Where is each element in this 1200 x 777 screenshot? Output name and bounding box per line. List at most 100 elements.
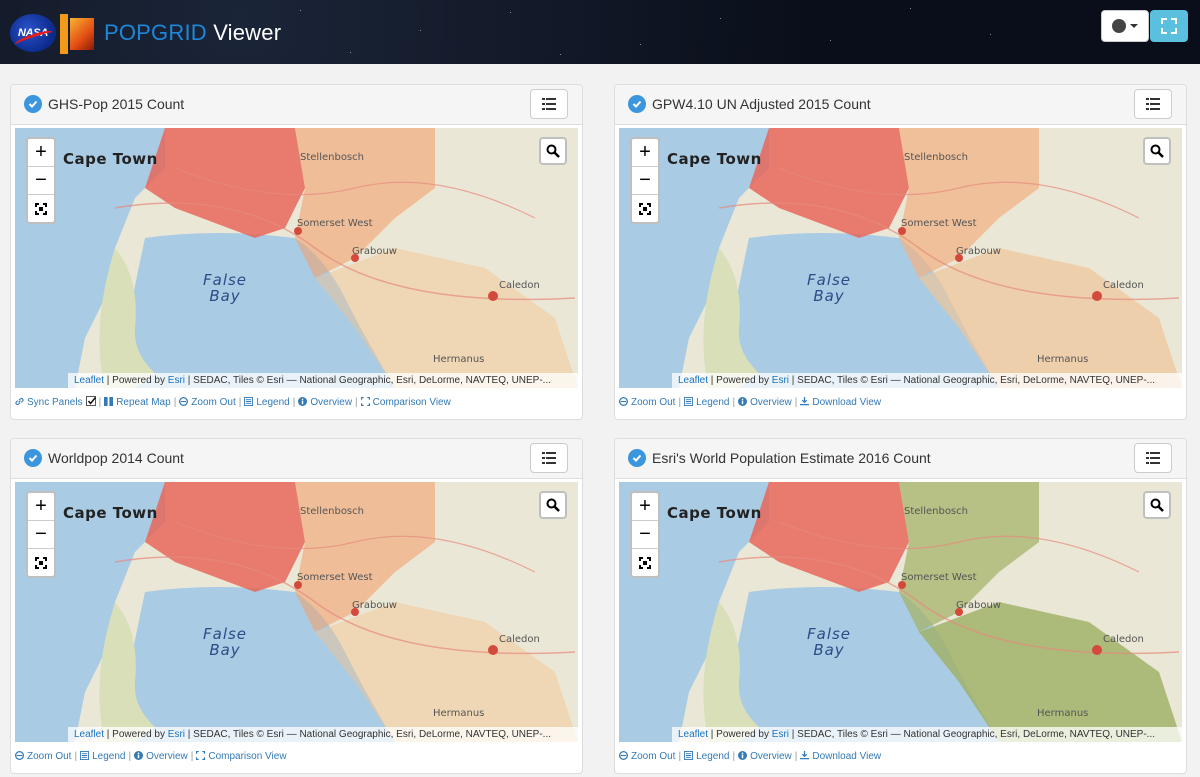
link-label: Download View	[812, 751, 882, 762]
overview-link[interactable]: Overview	[298, 397, 352, 408]
panel-title: Esri's World Population Estimate 2016 Co…	[652, 450, 931, 466]
map-label-false-bay: False Bay	[807, 272, 851, 304]
esri-link[interactable]: Esri	[772, 375, 789, 386]
leaflet-link[interactable]: Leaflet	[678, 375, 708, 386]
attrib-powered: | Powered by	[104, 375, 168, 386]
zoom-out-link[interactable]: Zoom Out	[179, 397, 236, 408]
fit-extent-button[interactable]	[632, 549, 658, 577]
zoom-out-link[interactable]: Zoom Out	[619, 397, 675, 408]
fit-extent-button[interactable]	[28, 549, 54, 577]
map-view[interactable]: Cape Town Stellenbosch Somerset West Gra…	[15, 482, 578, 742]
comparison-view-link[interactable]: Comparison View	[196, 751, 287, 762]
zoom-in-button[interactable]: +	[28, 139, 54, 167]
link-label: Legend	[696, 751, 730, 762]
legend-link[interactable]: Legend	[80, 751, 125, 762]
leaflet-link[interactable]: Leaflet	[74, 729, 104, 740]
map-label-grabouw: Grabouw	[352, 246, 397, 257]
zoom-in-button[interactable]: +	[632, 493, 658, 521]
overview-link[interactable]: Overview	[134, 751, 188, 762]
search-icon	[1150, 498, 1164, 512]
leaflet-link[interactable]: Leaflet	[678, 729, 708, 740]
legend-link[interactable]: Legend	[684, 751, 729, 762]
fullscreen-button[interactable]	[1150, 10, 1188, 42]
download-view-link[interactable]: Download View	[800, 751, 881, 762]
layer-list-button[interactable]	[1134, 443, 1172, 473]
zoom-out-icon	[179, 397, 189, 406]
esri-link[interactable]: Esri	[772, 729, 789, 740]
map-search-button[interactable]	[1143, 137, 1171, 165]
expand-icon	[1161, 18, 1177, 34]
layer-list-button[interactable]	[1134, 89, 1172, 119]
zoom-out-button[interactable]: −	[632, 167, 658, 195]
language-dropdown-button[interactable]	[1101, 10, 1149, 42]
layer-list-button[interactable]	[530, 443, 568, 473]
map-label-caledon: Caledon	[1103, 280, 1144, 291]
zoom-out-icon	[15, 751, 24, 760]
check-icon[interactable]	[24, 95, 42, 113]
map-label-stellenbosch: Stellenbosch	[904, 152, 968, 163]
overview-link[interactable]: Overview	[738, 751, 792, 762]
link-separator: |	[128, 751, 132, 762]
map-label-false-bay: False Bay	[807, 626, 851, 658]
zoom-out-link[interactable]: Zoom Out	[619, 751, 675, 762]
bay-label-line2: Bay	[209, 641, 241, 659]
link-label: Legend	[92, 751, 126, 762]
zoom-out-button[interactable]: −	[28, 521, 54, 549]
map-view[interactable]: Cape Town Stellenbosch Somerset West Gra…	[15, 128, 578, 388]
fit-extent-button[interactable]	[28, 195, 54, 223]
esri-link[interactable]: Esri	[168, 729, 185, 740]
map-label-caledon: Caledon	[1103, 634, 1144, 645]
legend-icon	[80, 751, 90, 760]
attrib-rest: | SEDAC, Tiles © Esri — National Geograp…	[185, 729, 552, 740]
link-label: Zoom Out	[631, 751, 676, 762]
link-separator: |	[238, 397, 242, 408]
zoom-in-button[interactable]: +	[632, 139, 658, 167]
comparison-view-link[interactable]: Comparison View	[360, 397, 451, 408]
map-label-false-bay: False Bay	[203, 626, 247, 658]
zoom-out-link[interactable]: Zoom Out	[15, 751, 71, 762]
list-icon	[542, 452, 556, 464]
map-panel-2: GPW4.10 UN Adjusted 2015 Count Cape Town…	[614, 84, 1187, 420]
zoom-out-button[interactable]: −	[632, 521, 658, 549]
overview-icon	[738, 751, 748, 760]
link-separator: |	[794, 751, 798, 762]
legend-link[interactable]: Legend	[684, 397, 729, 408]
esri-link[interactable]: Esri	[168, 375, 185, 386]
download-view-link[interactable]: Download View	[800, 397, 881, 408]
repeat-map-link[interactable]: Repeat Map	[104, 397, 171, 408]
leaflet-link[interactable]: Leaflet	[74, 375, 104, 386]
check-icon[interactable]	[628, 95, 646, 113]
link-label: Legend	[256, 397, 290, 408]
check-icon[interactable]	[24, 449, 42, 467]
sync-panels-link[interactable]: Sync Panels	[15, 396, 96, 408]
sync-checkbox[interactable]	[85, 396, 96, 406]
fit-extent-icon	[639, 203, 651, 215]
map-panel-3: Worldpop 2014 Count Cape Town Stellenbos…	[10, 438, 583, 774]
link-separator: |	[292, 397, 296, 408]
zoom-out-button[interactable]: −	[28, 167, 54, 195]
legend-link[interactable]: Legend	[244, 397, 290, 408]
bay-label-line1: False	[807, 625, 852, 643]
link-label: Repeat Map	[116, 397, 171, 408]
map-search-button[interactable]	[1143, 491, 1171, 519]
check-icon[interactable]	[628, 449, 646, 467]
map-view[interactable]: Cape Town Stellenbosch Somerset West Gra…	[619, 482, 1182, 742]
panel-footer-links: Zoom Out | Legend | Overview | Comparison View	[15, 749, 287, 765]
map-search-button[interactable]	[539, 491, 567, 519]
overview-icon	[298, 397, 308, 406]
map-attribution: Leaflet | Powered by Esri | SEDAC, Tiles…	[672, 373, 1182, 388]
fit-extent-icon	[35, 557, 47, 569]
map-label-cape-town: Cape Town	[667, 150, 762, 168]
bay-label-line1: False	[203, 625, 248, 643]
layer-list-button[interactable]	[530, 89, 568, 119]
fit-extent-button[interactable]	[632, 195, 658, 223]
map-search-button[interactable]	[539, 137, 567, 165]
overview-link[interactable]: Overview	[738, 397, 792, 408]
zoom-control: + −	[26, 137, 56, 224]
map-label-caledon: Caledon	[499, 280, 540, 291]
zoom-in-button[interactable]: +	[28, 493, 54, 521]
nasa-logo: NASA	[10, 14, 56, 52]
map-label-hermanus: Hermanus	[433, 708, 485, 719]
map-view[interactable]: Cape Town Stellenbosch Somerset West Gra…	[619, 128, 1182, 388]
attrib-powered: | Powered by	[708, 375, 772, 386]
